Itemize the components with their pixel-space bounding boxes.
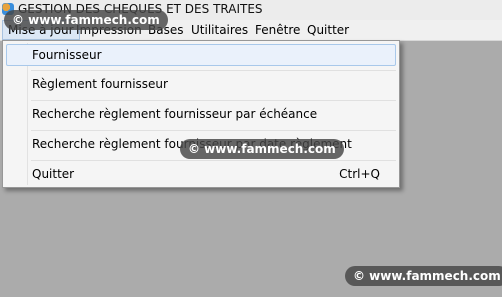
menu-item-label: Fournisseur [32,48,102,62]
menu-separator [31,100,396,101]
dropdown-menu: Fournisseur Règlement fournisseur Recher… [2,40,400,188]
menu-fenetre[interactable]: Fenêtre [249,20,306,40]
menu-separator [31,160,396,161]
menu-item-shortcut: Ctrl+Q [339,167,380,181]
menu-item-recherche-par-echeance[interactable]: Recherche règlement fournisseur par éché… [6,103,396,125]
menu-separator [31,70,396,71]
menu-item-label: Quitter [32,167,75,181]
menu-separator [31,130,396,131]
watermark: © www.fammech.com [180,139,344,159]
watermark: © www.fammech.com [345,266,502,286]
menu-utilitaires[interactable]: Utilitaires [185,20,254,40]
menu-item-quitter[interactable]: Quitter Ctrl+Q [6,163,396,185]
menu-item-reglement-fournisseur[interactable]: Règlement fournisseur [6,73,396,95]
menu-item-label: Recherche règlement fournisseur par éché… [32,107,318,121]
menu-item-fournisseur[interactable]: Fournisseur [6,44,396,66]
watermark: © www.fammech.com [4,10,168,30]
menu-item-label: Règlement fournisseur [32,77,168,91]
menu-quitter[interactable]: Quitter [301,20,355,40]
